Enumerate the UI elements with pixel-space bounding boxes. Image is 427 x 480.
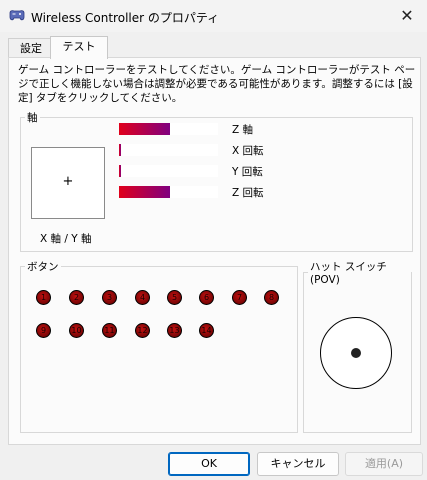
button-indicator: 1 <box>36 290 51 305</box>
tab-settings[interactable]: 設定 <box>8 38 54 58</box>
xy-axis-display: + <box>31 147 105 219</box>
z-rotation-bar <box>119 186 218 198</box>
tab-test[interactable]: テスト <box>50 36 108 59</box>
xy-axis-label: X 軸 / Y 軸 <box>40 233 92 245</box>
close-icon[interactable]: ✕ <box>387 0 427 32</box>
y-rotation-bar <box>119 165 218 177</box>
x-rotation-fill <box>119 144 121 156</box>
test-description: ゲーム コントローラーをテストしてください。ゲーム コントローラーがテスト ペー… <box>18 64 416 104</box>
x-rotation-bar <box>119 144 218 156</box>
button-indicator: 10 <box>69 323 84 338</box>
pov-center-dot <box>351 348 361 358</box>
button-indicator: 8 <box>264 290 279 305</box>
button-indicator: 11 <box>102 323 117 338</box>
z-axis-label: Z 軸 <box>232 124 254 136</box>
y-rotation-fill <box>119 165 121 177</box>
axes-group-label: 軸 <box>27 112 38 124</box>
ok-button[interactable]: OK <box>168 452 250 476</box>
window-title: Wireless Controller のプロパティ <box>31 11 220 25</box>
button-indicator: 7 <box>232 290 247 305</box>
button-indicator: 13 <box>167 323 182 338</box>
button-indicator: 4 <box>135 290 150 305</box>
pov-indicator <box>320 317 392 389</box>
button-indicator: 14 <box>199 323 214 338</box>
button-indicator: 9 <box>36 323 51 338</box>
buttons-group-label: ボタン <box>27 261 59 273</box>
button-indicator: 12 <box>135 323 150 338</box>
title-bar: Wireless Controller のプロパティ ✕ <box>0 0 427 32</box>
button-indicator: 6 <box>199 290 214 305</box>
cancel-button[interactable]: キャンセル <box>257 452 339 476</box>
button-indicator: 3 <box>102 290 117 305</box>
gamepad-icon <box>8 7 26 25</box>
z-rotation-fill <box>119 186 171 198</box>
x-rotation-label: X 回転 <box>232 145 264 157</box>
z-axis-bar <box>119 123 218 135</box>
pov-group-label: ハット スイッチ (POV) <box>310 261 387 286</box>
button-indicator: 5 <box>167 290 182 305</box>
y-rotation-label: Y 回転 <box>232 166 263 178</box>
button-indicator: 2 <box>69 290 84 305</box>
apply-button[interactable]: 適用(A) <box>345 452 423 476</box>
z-axis-fill <box>119 123 171 135</box>
xy-crosshair: + <box>62 174 74 189</box>
z-rotation-label: Z 回転 <box>232 187 264 199</box>
buttons-group: ボタン <box>20 259 298 433</box>
